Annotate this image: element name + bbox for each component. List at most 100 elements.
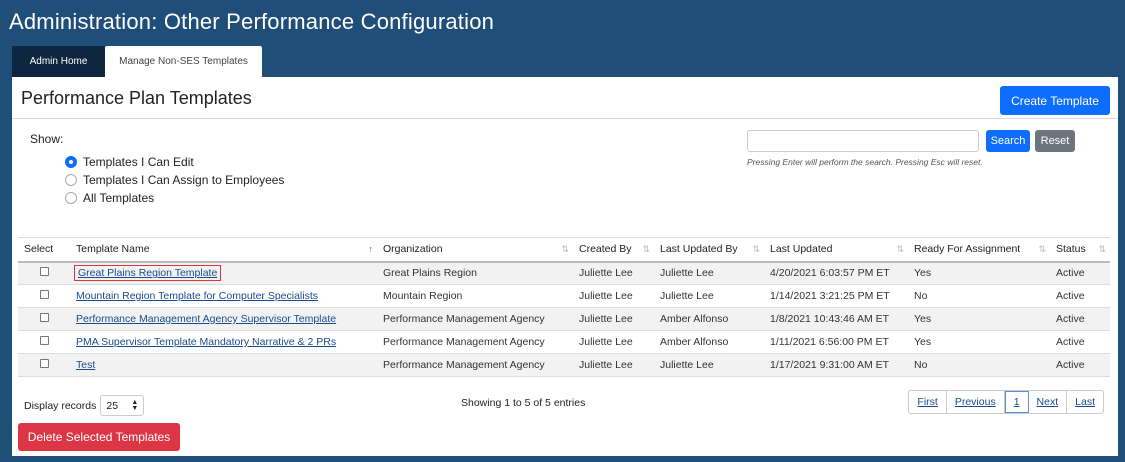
template-name-cell: Performance Management Agency Supervisor… xyxy=(70,307,377,331)
search-hint: Pressing Enter will perform the search. … xyxy=(747,157,983,167)
last-updated-cell: 1/14/2021 3:21:25 PM ET xyxy=(764,284,908,308)
organization-cell: Performance Management Agency xyxy=(377,330,573,354)
table-row: Performance Management Agency Supervisor… xyxy=(18,307,1110,331)
status-cell: Active xyxy=(1050,261,1110,285)
delete-selected-templates-button[interactable]: Delete Selected Templates xyxy=(18,423,180,451)
created-by-cell: Juliette Lee xyxy=(573,261,654,285)
last-updated-by-cell: Juliette Lee xyxy=(654,261,764,285)
row-checkbox[interactable] xyxy=(39,290,49,299)
column-header-organization[interactable]: Organization ⇅ xyxy=(377,237,573,263)
sort-icon[interactable]: ⇅ xyxy=(642,244,650,255)
template-link[interactable]: PMA Supervisor Template Mandatory Narrat… xyxy=(76,336,336,348)
table-row: Great Plains Region Template Great Plain… xyxy=(18,261,1110,285)
table-header-row: Select Template Name ↑ Organization ⇅ Crea… xyxy=(18,237,1110,263)
row-checkbox[interactable] xyxy=(39,336,49,345)
templates-panel: Performance Plan Templates Create Templa… xyxy=(12,77,1118,456)
last-updated-cell: 1/8/2021 10:43:46 AM ET xyxy=(764,307,908,331)
row-checkbox[interactable] xyxy=(39,359,49,368)
radio-unchecked-icon[interactable] xyxy=(65,174,77,186)
radio-label: Templates I Can Edit xyxy=(83,155,194,169)
select-cell xyxy=(18,353,70,377)
template-name-cell: PMA Supervisor Template Mandatory Narrat… xyxy=(70,330,377,354)
select-cell xyxy=(18,261,70,285)
last-updated-cell: 1/11/2021 6:56:00 PM ET xyxy=(764,330,908,354)
page-title: Administration: Other Performance Config… xyxy=(9,9,495,34)
column-header-template-name[interactable]: Template Name ↑ xyxy=(70,237,377,263)
ready-for-assignment-cell: Yes xyxy=(908,330,1050,354)
pager-page-1[interactable]: 1 xyxy=(1004,391,1029,413)
last-updated-by-cell: Amber Alfonso xyxy=(654,307,764,331)
search-button[interactable]: Search xyxy=(986,130,1030,152)
records-per-page-select[interactable]: 25 ▲ ▼ xyxy=(100,395,145,416)
ready-for-assignment-cell: Yes xyxy=(908,261,1050,285)
reset-button[interactable]: Reset xyxy=(1035,130,1075,152)
created-by-cell: Juliette Lee xyxy=(573,353,654,377)
radio-all-templates[interactable]: All Templates xyxy=(65,191,154,205)
last-updated-by-cell: Juliette Lee xyxy=(654,284,764,308)
display-records-label: Display records xyxy=(24,399,97,412)
column-header-select: Select xyxy=(18,237,70,263)
row-checkbox[interactable] xyxy=(39,313,49,322)
sort-icon[interactable]: ⇅ xyxy=(896,244,904,255)
status-cell: Active xyxy=(1050,330,1110,354)
pager-last[interactable]: Last xyxy=(1067,391,1103,413)
tab-manage-non-ses-templates[interactable]: Manage Non-SES Templates xyxy=(105,46,262,77)
select-cell xyxy=(18,284,70,308)
entries-summary: Showing 1 to 5 of 5 entries xyxy=(461,397,586,409)
last-updated-by-cell: Juliette Lee xyxy=(654,353,764,377)
template-link[interactable]: Performance Management Agency Supervisor… xyxy=(76,313,336,325)
organization-cell: Great Plains Region xyxy=(377,261,573,285)
row-checkbox[interactable] xyxy=(39,267,49,277)
status-cell: Active xyxy=(1050,284,1110,308)
pager-previous[interactable]: Previous xyxy=(947,391,1005,413)
create-template-button[interactable]: Create Template xyxy=(1000,86,1110,115)
organization-cell: Performance Management Agency xyxy=(377,353,573,377)
sort-icon[interactable]: ⇅ xyxy=(752,244,760,255)
column-header-ready-for-assignment[interactable]: Ready For Assignment ⇅ xyxy=(908,237,1050,263)
last-updated-cell: 4/20/2021 6:03:57 PM ET xyxy=(764,261,908,285)
column-header-created-by[interactable]: Created By ⇅ xyxy=(573,237,654,263)
table-row: PMA Supervisor Template Mandatory Narrat… xyxy=(18,330,1110,354)
last-updated-by-cell: Amber Alfonso xyxy=(654,330,764,354)
last-updated-cell: 1/17/2021 9:31:00 AM ET xyxy=(764,353,908,377)
pager-next[interactable]: Next xyxy=(1029,391,1068,413)
select-cell xyxy=(18,307,70,331)
organization-cell: Performance Management Agency xyxy=(377,307,573,331)
radio-checked-icon[interactable] xyxy=(65,156,77,168)
organization-cell: Mountain Region xyxy=(377,284,573,308)
radio-label: All Templates xyxy=(83,191,155,205)
template-name-cell: Test xyxy=(70,353,377,377)
template-link[interactable]: Mountain Region Template for Computer Sp… xyxy=(76,290,318,302)
template-name-cell: Great Plains Region Template xyxy=(70,261,377,285)
search-input[interactable] xyxy=(747,130,979,152)
templates-table: Select Template Name ↑ Organization ⇅ Crea… xyxy=(18,237,1110,377)
column-header-last-updated-by[interactable]: Last Updated By ⇅ xyxy=(654,237,764,263)
radio-label: Templates I Can Assign to Employees xyxy=(83,173,285,187)
ready-for-assignment-cell: Yes xyxy=(908,307,1050,331)
sort-icon[interactable]: ⇅ xyxy=(561,244,569,255)
column-header-status[interactable]: Status ⇅ xyxy=(1050,237,1110,263)
radio-templates-i-can-assign[interactable]: Templates I Can Assign to Employees xyxy=(65,173,284,187)
template-link[interactable]: Test xyxy=(76,359,95,371)
pagination: First Previous 1 Next Last xyxy=(908,390,1104,414)
column-header-last-updated[interactable]: Last Updated ⇅ xyxy=(764,237,908,263)
ready-for-assignment-cell: No xyxy=(908,353,1050,377)
pager-first[interactable]: First xyxy=(909,391,947,413)
radio-templates-i-can-edit[interactable]: Templates I Can Edit xyxy=(65,155,194,169)
panel-header: Performance Plan Templates Create Templa… xyxy=(12,77,1118,119)
ready-for-assignment-cell: No xyxy=(908,284,1050,308)
sort-icon[interactable]: ⇅ xyxy=(1038,244,1046,255)
table-row: Mountain Region Template for Computer Sp… xyxy=(18,284,1110,308)
tab-admin-home[interactable]: Admin Home xyxy=(12,46,105,77)
sort-asc-icon[interactable]: ↑ xyxy=(369,244,374,254)
display-records: Display records 25 ▲ ▼ xyxy=(24,395,145,416)
status-cell: Active xyxy=(1050,307,1110,331)
panel-title: Performance Plan Templates xyxy=(21,88,252,108)
template-link[interactable]: Great Plains Region Template xyxy=(73,265,222,282)
created-by-cell: Juliette Lee xyxy=(573,307,654,331)
sort-icon[interactable]: ⇅ xyxy=(1098,244,1106,255)
table-row: Test Performance Management Agency Julie… xyxy=(18,353,1110,377)
radio-unchecked-icon[interactable] xyxy=(65,192,77,204)
updown-chevron-icon: ▲ ▼ xyxy=(131,398,139,412)
show-label: Show: xyxy=(30,132,64,146)
